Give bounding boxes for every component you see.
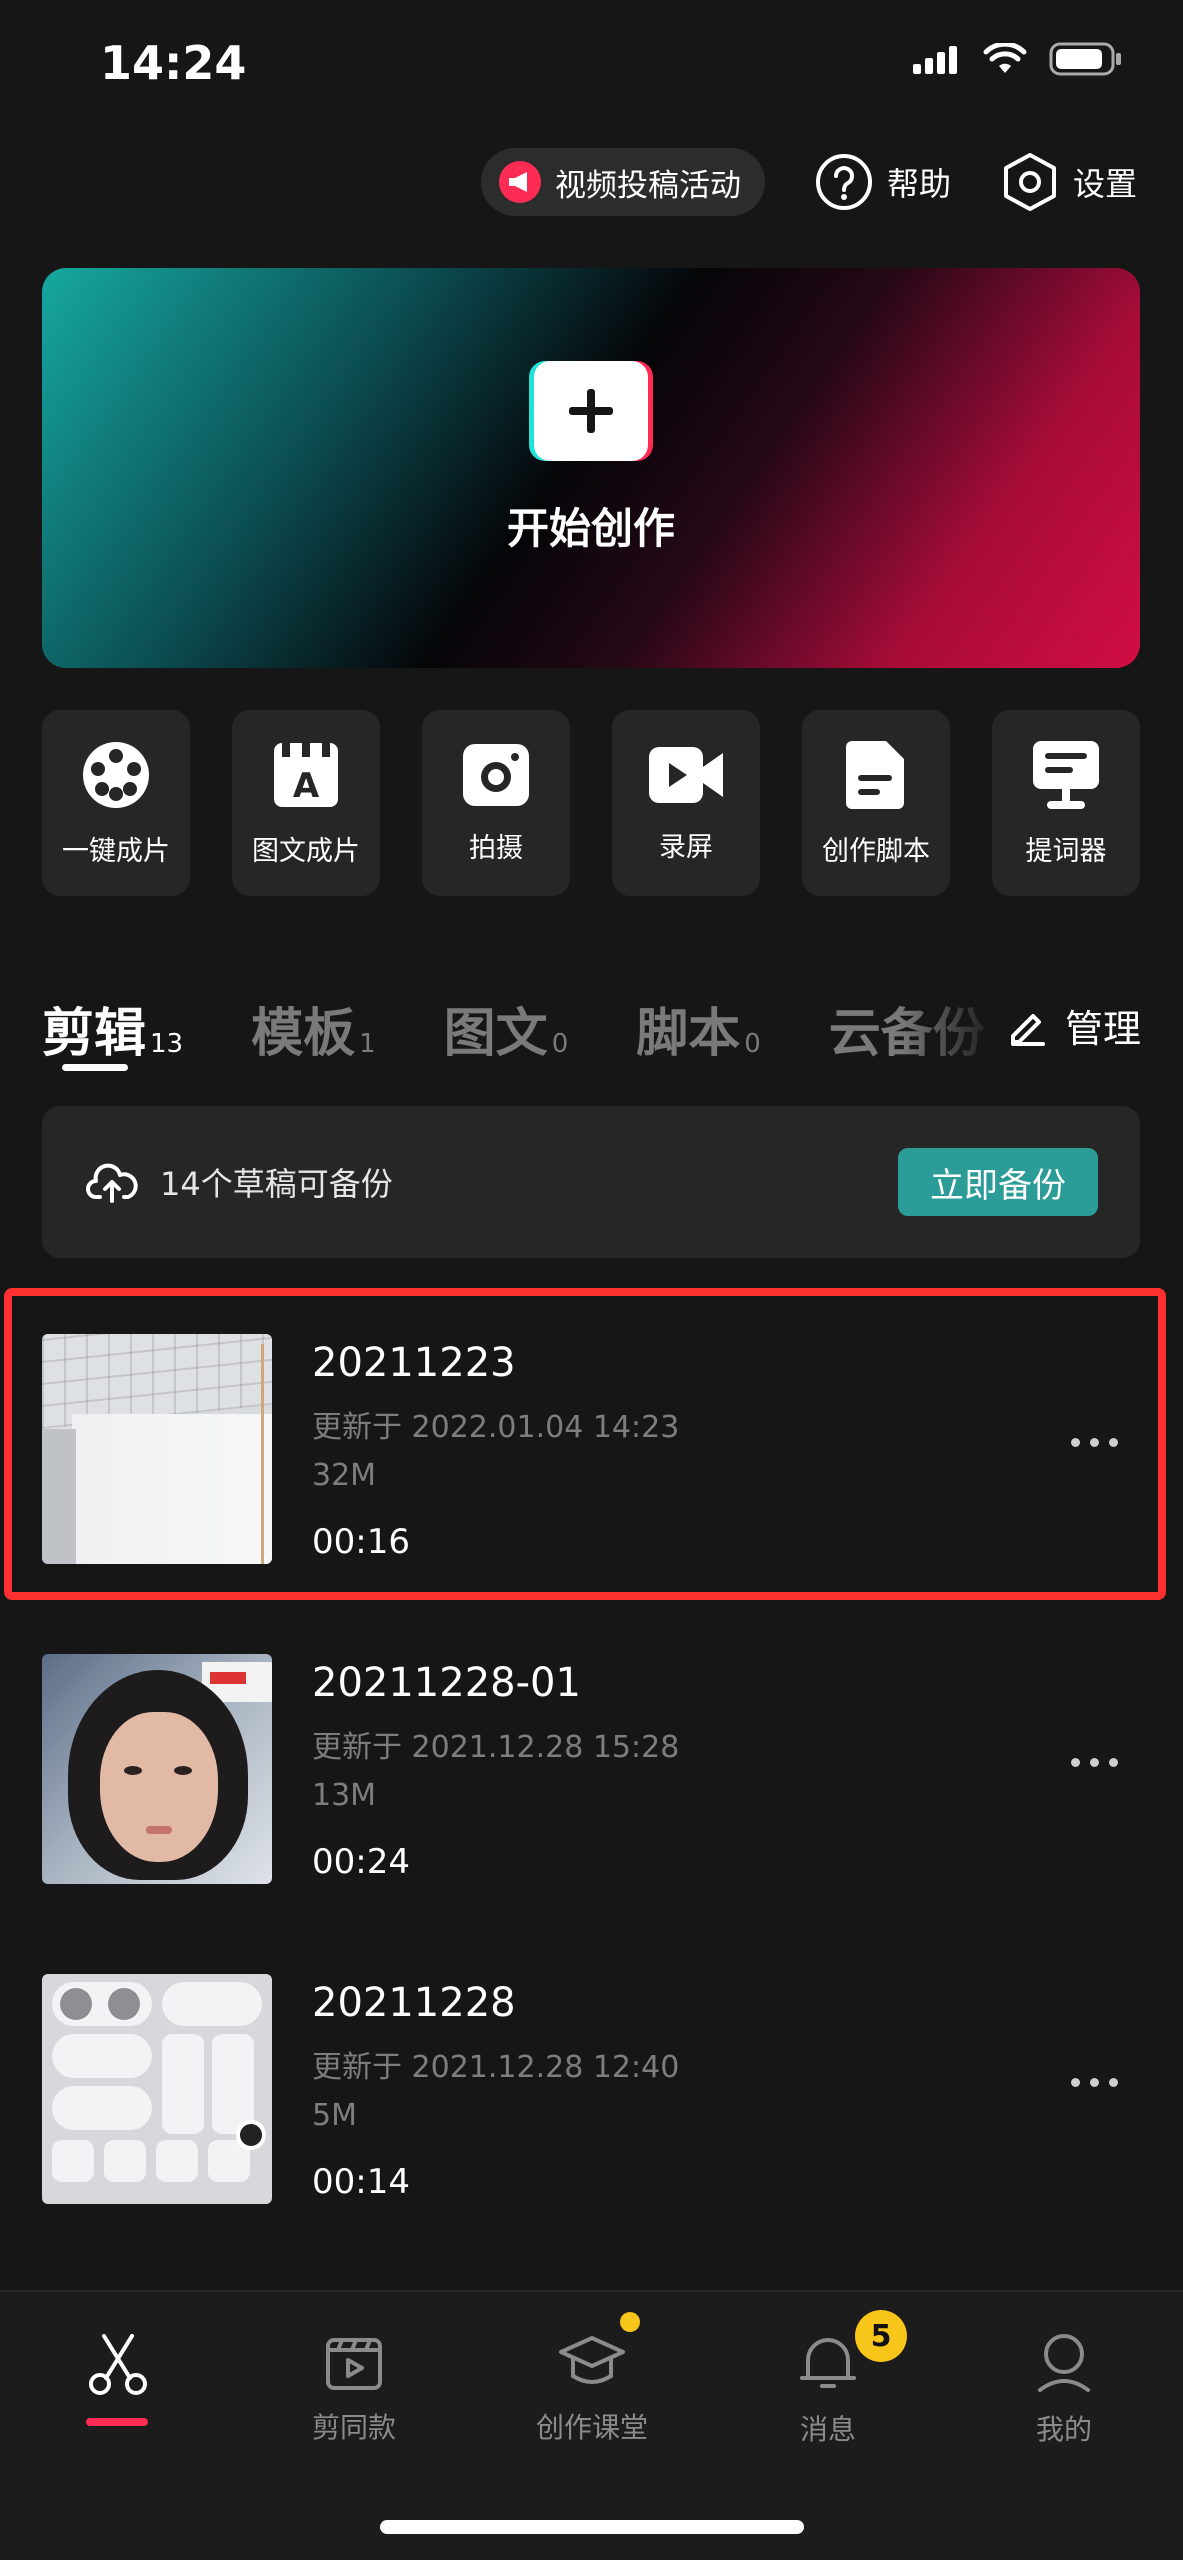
person-icon xyxy=(1038,2334,1090,2392)
tool-script[interactable]: 创作脚本 xyxy=(802,710,950,896)
tool-teleprompter[interactable]: 提词器 xyxy=(992,710,1140,896)
nav-templates[interactable]: 剪同款 xyxy=(254,2332,454,2446)
draft-size: 5M xyxy=(312,2098,357,2133)
tool-label: 图文成片 xyxy=(252,835,360,867)
tool-label: 创作脚本 xyxy=(822,835,930,867)
tool-label: 录屏 xyxy=(659,831,713,863)
draft-updated: 更新于 2021.12.28 12:40 xyxy=(312,2050,680,2085)
draft-size: 13M xyxy=(312,1778,377,1813)
megaphone-icon xyxy=(498,161,541,203)
nav-label: 创作课堂 xyxy=(535,2411,648,2444)
tab-name: 脚本 xyxy=(636,1004,741,1060)
campaign-button[interactable]: 视频投稿活动 xyxy=(480,148,765,216)
draft-duration: 00:14 xyxy=(312,2162,410,2202)
tab-name: 剪辑 xyxy=(42,1004,147,1060)
nav-active-indicator xyxy=(86,2418,148,2426)
campaign-label: 视频投稿活动 xyxy=(554,167,741,204)
draft-tabs: 剪辑 13 模板 1 图文 0 脚本 0 云备份 xyxy=(42,990,1002,1060)
tool-label: 提词器 xyxy=(1025,835,1107,867)
tool-screen-record[interactable]: 录屏 xyxy=(612,710,760,896)
tool-image-text-video[interactable]: A 图文成片 xyxy=(232,710,380,896)
draft-thumbnail xyxy=(42,1654,272,1884)
tab-count: 0 xyxy=(551,1028,569,1059)
graduation-cap-icon xyxy=(559,2336,625,2384)
tool-label: 一键成片 xyxy=(62,835,170,867)
selection-highlight xyxy=(4,1288,1166,1600)
nav-label: 剪同款 xyxy=(311,2411,396,2444)
tool-shoot[interactable]: 拍摄 xyxy=(422,710,570,896)
tab-count: 0 xyxy=(744,1028,761,1059)
backup-text: 14个草稿可备份 xyxy=(160,1165,393,1203)
tab-count: 13 xyxy=(150,1028,184,1059)
top-actions: 视频投稿活动 帮助 设置 xyxy=(480,148,1137,216)
draft-title: 20211228 xyxy=(312,1980,516,2026)
more-icon[interactable] xyxy=(1071,2078,1118,2087)
tool-one-click-video[interactable]: 一键成片 xyxy=(42,710,190,896)
help-button[interactable]: 帮助 xyxy=(815,153,951,211)
nav-classroom[interactable]: 创作课堂 xyxy=(492,2332,692,2446)
backup-banner: 14个草稿可备份 立即备份 xyxy=(42,1106,1140,1258)
gear-icon xyxy=(1003,153,1056,211)
settings-button[interactable]: 设置 xyxy=(1001,152,1137,212)
status-icons xyxy=(913,42,1123,76)
signal-icon xyxy=(913,46,957,74)
tab-template[interactable]: 模板 1 xyxy=(251,1008,376,1060)
tab-name: 图文 xyxy=(443,1004,548,1060)
tab-script[interactable]: 脚本 0 xyxy=(636,1008,761,1060)
nav-label: 我的 xyxy=(1035,2413,1092,2446)
camera-icon xyxy=(463,743,529,806)
nav-profile[interactable]: 我的 xyxy=(964,2332,1164,2448)
scissors-icon xyxy=(89,2334,147,2395)
draft-item[interactable]: 20211228 更新于 2021.12.28 12:40 5M 00:14 xyxy=(42,1974,1140,2204)
wifi-icon xyxy=(983,43,1027,73)
tab-edit[interactable]: 剪辑 13 xyxy=(42,1008,183,1060)
tabs-fade xyxy=(900,980,1000,1070)
draft-title: 20211228-01 xyxy=(312,1660,581,1706)
nav-label: 消息 xyxy=(799,2413,856,2446)
tool-label: 拍摄 xyxy=(469,832,523,864)
more-icon[interactable] xyxy=(1071,1758,1118,1767)
battery-icon xyxy=(1049,42,1121,76)
draft-item[interactable]: 20211228-01 更新于 2021.12.28 15:28 13M 00:… xyxy=(42,1654,1140,1884)
clapper-text-icon: A xyxy=(274,742,338,807)
quick-tools: 一键成片 A 图文成片 拍摄 录屏 创作脚本 提词器 xyxy=(42,710,1140,896)
notification-dot xyxy=(620,2312,640,2332)
help-icon xyxy=(815,154,872,210)
tab-count: 1 xyxy=(359,1028,376,1059)
start-creating-banner[interactable]: 开始创作 xyxy=(42,268,1140,668)
plus-icon xyxy=(534,360,648,461)
backup-now-button[interactable]: 立即备份 xyxy=(898,1148,1098,1216)
document-icon xyxy=(846,740,904,809)
tab-name: 模板 xyxy=(251,1004,356,1060)
message-count-badge: 5 xyxy=(855,2310,907,2362)
video-camera-icon xyxy=(649,746,723,803)
status-time: 14:24 xyxy=(100,36,247,90)
teleprompter-icon xyxy=(1033,740,1099,809)
bell-icon xyxy=(800,2338,856,2388)
manage-button[interactable]: 管理 xyxy=(998,998,1141,1053)
draft-thumbnail xyxy=(42,1974,272,2204)
home-indicator xyxy=(380,2520,804,2534)
nav-edit[interactable] xyxy=(18,2332,218,2396)
draft-updated: 更新于 2021.12.28 15:28 xyxy=(312,1730,680,1765)
clapperboard-play-icon xyxy=(326,2338,382,2390)
manage-label: 管理 xyxy=(1064,1007,1141,1051)
draft-duration: 00:24 xyxy=(312,1842,410,1882)
tab-image-text[interactable]: 图文 0 xyxy=(444,1008,569,1060)
start-creating-label: 开始创作 xyxy=(506,503,675,553)
help-label: 帮助 xyxy=(886,165,951,203)
cloud-upload-icon xyxy=(86,1163,138,1203)
svg-text:A: A xyxy=(293,766,320,806)
active-tab-indicator xyxy=(62,1064,128,1071)
settings-label: 设置 xyxy=(1072,165,1137,203)
film-reel-icon xyxy=(83,741,149,808)
edit-icon xyxy=(1010,1013,1045,1046)
